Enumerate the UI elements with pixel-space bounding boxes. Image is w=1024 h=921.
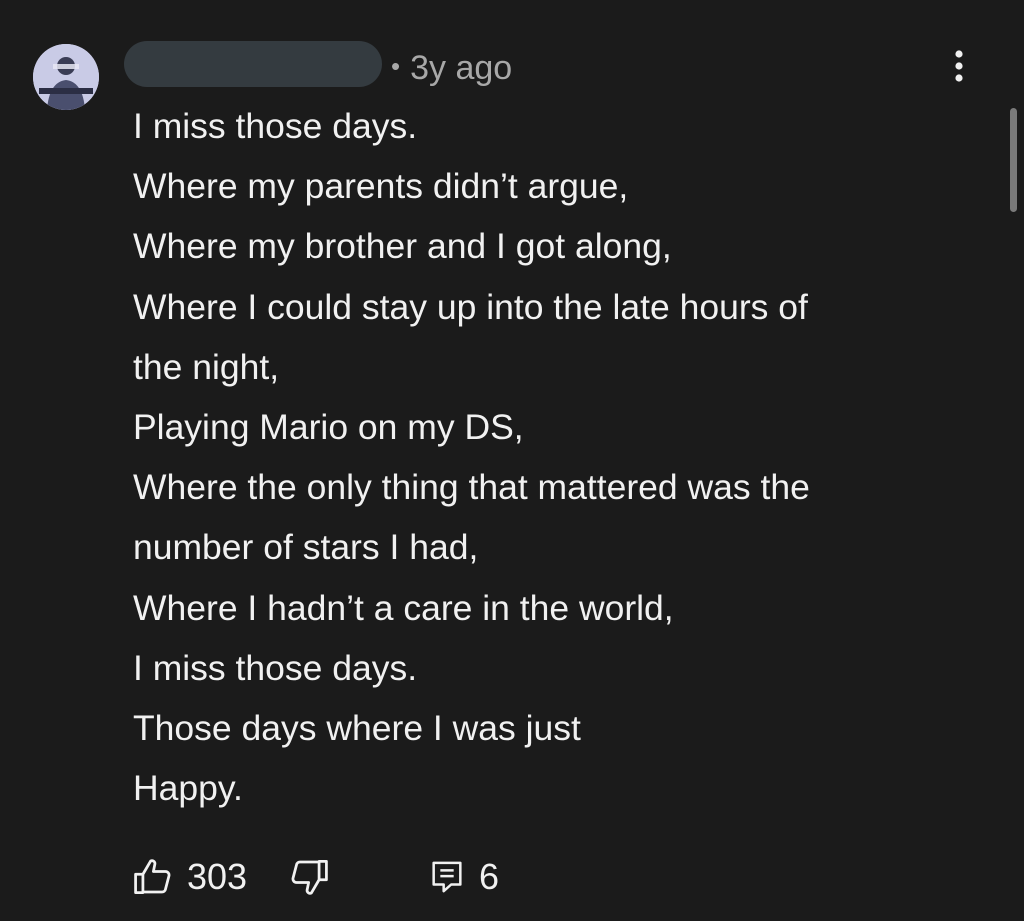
comment-line: Where I hadn’t a care in the world,	[133, 587, 674, 628]
dislike-button[interactable]	[287, 852, 331, 902]
comment-line: Playing Mario on my DS,	[133, 407, 524, 448]
thumbs-down-icon	[291, 860, 328, 895]
meta-separator: •	[391, 51, 401, 81]
comment-meta: • 3y ago	[391, 46, 512, 88]
like-count: 303	[187, 856, 248, 897]
comment-line: the night,	[133, 346, 280, 387]
comment-line: Where my parents didn’t argue,	[133, 166, 629, 207]
like-button[interactable]: 303	[131, 852, 247, 902]
avatar[interactable]	[33, 44, 99, 110]
comment-line: Where the only thing that mattered was t…	[133, 467, 810, 508]
comment-line: Those days where I was just	[133, 708, 581, 749]
more-vertical-icon	[955, 50, 963, 82]
comment-line: I miss those days.	[133, 106, 418, 146]
thumbs-up-icon	[134, 859, 171, 894]
comment-line: Happy.	[133, 768, 243, 809]
comment-timestamp: 3y ago	[410, 49, 513, 87]
username-redacted[interactable]	[124, 41, 382, 87]
scrollbar-thumb[interactable]	[1010, 108, 1017, 212]
reply-count: 6	[479, 856, 500, 897]
comment-reply-icon	[432, 861, 462, 893]
avatar-image	[33, 44, 99, 110]
comment-menu-button[interactable]	[940, 44, 980, 88]
comment-text: I miss those days. Where my parents didn…	[133, 96, 973, 818]
replies-button[interactable]: 6	[427, 852, 499, 902]
comment-line: number of stars I had,	[133, 527, 479, 568]
comment-line: I miss those days.	[133, 647, 418, 688]
comment-line: Where I could stay up into the late hour…	[133, 286, 808, 327]
comment-line: Where my brother and I got along,	[133, 226, 672, 267]
